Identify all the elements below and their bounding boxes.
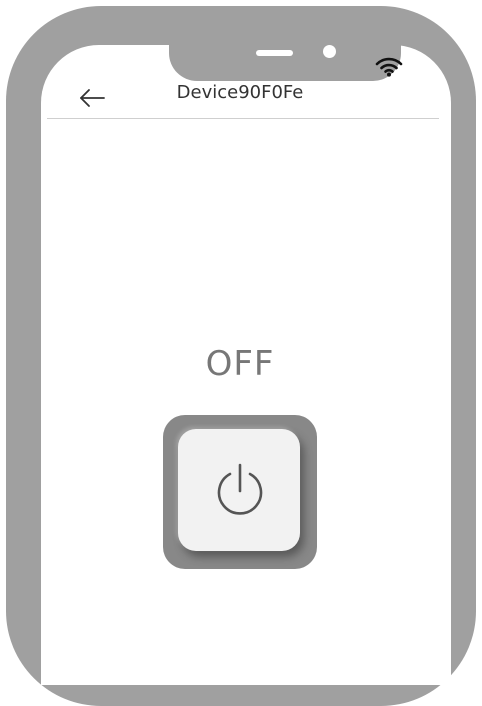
- wifi-icon: [375, 57, 403, 77]
- speaker-slot: [256, 50, 293, 56]
- header-divider: [47, 118, 439, 119]
- phone-notch: [169, 45, 401, 81]
- device-title: Device90F0Fe: [176, 82, 304, 103]
- device-state-label: OFF: [205, 344, 275, 384]
- power-toggle-button[interactable]: [163, 415, 317, 569]
- power-button-face[interactable]: [178, 429, 300, 551]
- front-camera: [323, 45, 336, 58]
- power-icon: [217, 463, 263, 515]
- back-arrow-icon[interactable]: [78, 86, 106, 110]
